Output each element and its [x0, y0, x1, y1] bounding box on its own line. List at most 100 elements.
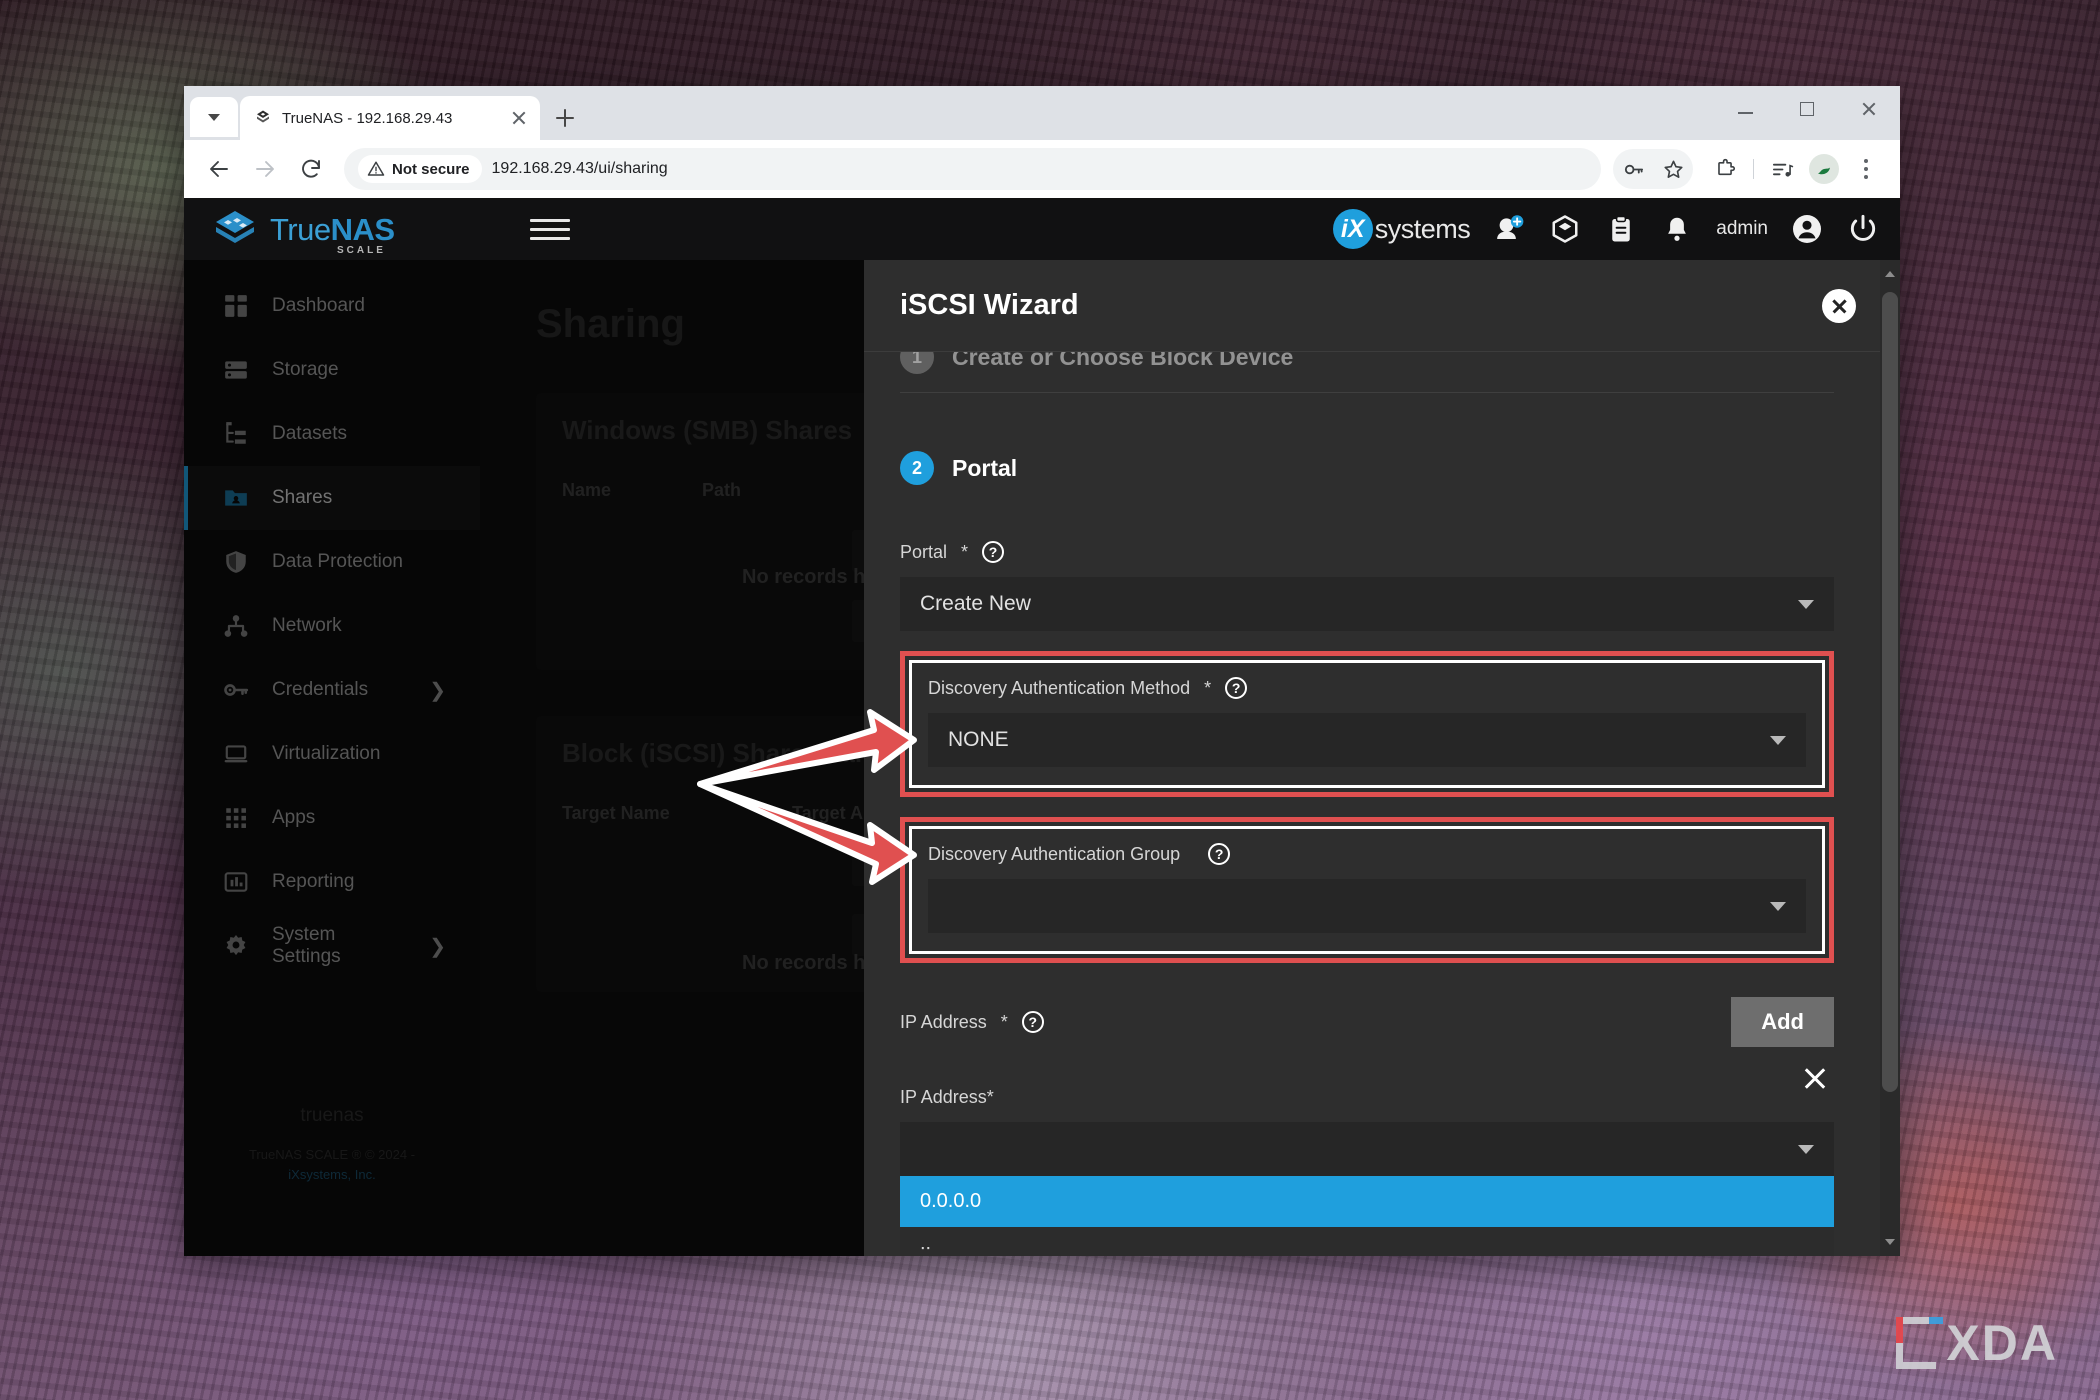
required-marker: * — [986, 1087, 994, 1107]
help-circle-icon[interactable]: ? — [1021, 1011, 1044, 1033]
profile-avatar[interactable] — [1804, 149, 1844, 189]
reload-icon[interactable] — [290, 148, 332, 190]
media-playlist-icon[interactable] — [1762, 149, 1802, 189]
forward-arrow-icon[interactable] — [244, 148, 286, 190]
ip-option-0[interactable]: 0.0.0.0 — [900, 1176, 1834, 1227]
portal-field-label: Portal * ? — [900, 541, 1834, 563]
product-edition-label: SCALE — [337, 245, 386, 256]
kebab-menu-icon[interactable] — [1846, 149, 1886, 189]
remove-ip-close-icon[interactable] — [1800, 1063, 1830, 1093]
wizard-scroll-area: 1 Create or Choose Block Device 2 Portal — [864, 352, 1900, 1256]
step-label: Portal — [952, 454, 1018, 481]
scrollbar-thumb[interactable] — [1882, 292, 1898, 1092]
help-circle-icon[interactable]: ? — [982, 541, 1005, 563]
new-tab-button[interactable] — [548, 101, 582, 135]
account-icon[interactable] — [1790, 212, 1824, 246]
ip-address-header: IP Address * ? Add — [900, 997, 1834, 1047]
window-controls — [1714, 86, 1900, 140]
discovery-auth-method-select[interactable]: NONE — [928, 713, 1806, 767]
not-secure-badge[interactable]: Not secure — [358, 155, 482, 183]
back-arrow-icon[interactable] — [198, 148, 240, 190]
portal-select[interactable]: Create New — [900, 577, 1834, 631]
clipboard-jobs-icon[interactable] — [1604, 212, 1638, 246]
toolbar-actions — [1613, 149, 1886, 189]
xda-watermark-text: XDA — [1946, 1315, 2058, 1371]
discovery-auth-method-highlight-box: Discovery Authentication Method * ? NONE — [900, 651, 1834, 797]
field-label-text: Discovery Authentication Group — [928, 843, 1181, 864]
truenas-favicon-icon — [257, 110, 269, 123]
window-maximize-button[interactable] — [1776, 86, 1838, 132]
password-manager-key-icon[interactable] — [1613, 149, 1653, 189]
field-label-text: IP Address — [900, 1087, 987, 1107]
scroll-up-arrow-icon[interactable] — [1880, 260, 1900, 288]
extensions-puzzle-icon[interactable] — [1705, 149, 1745, 189]
ixsystems-logo: iX systems — [1332, 209, 1471, 249]
browser-tab-title: TrueNAS - 192.168.29.43 — [282, 109, 453, 127]
hamburger-menu-icon[interactable] — [530, 209, 570, 249]
warning-triangle-icon — [367, 161, 385, 176]
add-user-icon[interactable] — [1492, 212, 1526, 246]
browser-toolbar: Not secure 192.168.29.43/ui/sharing — [184, 140, 1900, 198]
discovery-auth-group-highlight-box: Discovery Authentication Group ? — [900, 817, 1834, 963]
chevron-down-icon — [1770, 901, 1786, 911]
truenas-logo-icon — [216, 211, 254, 243]
field-label-text: Portal — [900, 541, 948, 562]
field-label-text: Discovery Authentication Method — [928, 677, 1191, 698]
step-number-badge: 1 — [900, 352, 934, 374]
step-divider — [900, 392, 1834, 393]
wizard-step-2[interactable]: 2 Portal — [900, 451, 1834, 485]
field-label-text: IP Address — [900, 1011, 987, 1032]
required-marker: * — [1204, 677, 1212, 698]
ip-address-row: IP Address* 0.0.0.0 :: — [900, 1061, 1834, 1256]
ip-address-section: IP Address * ? Add IP Address* 0.0.0.0:… — [900, 997, 1834, 1256]
product-name-bold: NAS — [330, 211, 395, 247]
toolbar-divider — [1753, 159, 1754, 179]
tab-close-icon[interactable] — [508, 107, 530, 129]
wizard-title: iSCSI Wizard — [900, 289, 1079, 321]
ip-address-label: IP Address * ? — [900, 1011, 1044, 1033]
portal-field: Portal * ? Create New — [900, 541, 1834, 631]
browser-tab[interactable]: TrueNAS - 192.168.29.43 — [240, 96, 540, 140]
wizard-form: 1 Create or Choose Block Device 2 Portal — [864, 352, 1900, 1256]
add-ip-button[interactable]: Add — [1731, 997, 1834, 1047]
apps-cube-icon[interactable] — [1548, 212, 1582, 246]
address-bar-url: 192.168.29.43/ui/sharing — [491, 160, 668, 177]
tab-search-chevron-down-icon[interactable] — [190, 97, 238, 137]
wizard-scrollbar[interactable] — [1880, 260, 1900, 1256]
ip-address-dropdown: 0.0.0.0 :: — [900, 1176, 1834, 1256]
bell-notifications-icon[interactable] — [1660, 212, 1694, 246]
chevron-down-icon — [1770, 735, 1786, 745]
discovery-auth-group-field: Discovery Authentication Group ? — [928, 843, 1806, 933]
wizard-step-1[interactable]: 1 Create or Choose Block Device — [900, 352, 1834, 374]
iscsi-wizard-panel: iSCSI Wizard 1 Create or Choose Block De… — [864, 260, 1900, 1256]
power-icon[interactable] — [1846, 212, 1880, 246]
help-circle-icon[interactable]: ? — [1208, 843, 1231, 865]
xda-bracket-icon — [1896, 1317, 1944, 1369]
step-label: Create or Choose Block Device — [952, 352, 1294, 370]
required-marker: * — [961, 541, 969, 562]
ixsystems-wordmark: systems — [1374, 213, 1471, 244]
window-close-button[interactable] — [1838, 86, 1900, 132]
discovery-auth-method-field: Discovery Authentication Method * ? NONE — [928, 677, 1806, 767]
ip-option-1[interactable]: :: — [900, 1227, 1834, 1256]
chevron-down-icon — [1798, 1144, 1814, 1154]
bookmark-star-icon[interactable] — [1653, 149, 1693, 189]
address-bar[interactable]: Not secure 192.168.29.43/ui/sharing — [344, 148, 1601, 190]
discovery-auth-group-label: Discovery Authentication Group ? — [928, 843, 1806, 865]
close-icon[interactable] — [1822, 288, 1856, 323]
truenas-logo[interactable]: TrueNAS — [212, 209, 482, 249]
required-marker: * — [1000, 1011, 1008, 1032]
scroll-down-arrow-icon[interactable] — [1880, 1228, 1900, 1256]
discovery-auth-method-value: NONE — [948, 728, 1009, 751]
app-body: Dashboard Storage Datasets Shares Data P… — [184, 260, 1900, 1256]
truenas-app: TrueNAS SCALE iX systems admin Dashboard… — [184, 198, 1900, 1256]
product-name-light: True — [270, 211, 331, 247]
portal-select-value: Create New — [920, 592, 1031, 615]
discovery-auth-group-select[interactable] — [928, 879, 1806, 933]
admin-username-label: admin — [1716, 218, 1768, 239]
browser-window: TrueNAS - 192.168.29.43 Not secure 192.1… — [184, 86, 1900, 1256]
app-header-actions: iX systems admin — [1332, 209, 1880, 249]
window-minimize-button[interactable] — [1714, 86, 1776, 132]
ip-address-select[interactable] — [900, 1122, 1834, 1176]
help-circle-icon[interactable]: ? — [1225, 677, 1248, 699]
